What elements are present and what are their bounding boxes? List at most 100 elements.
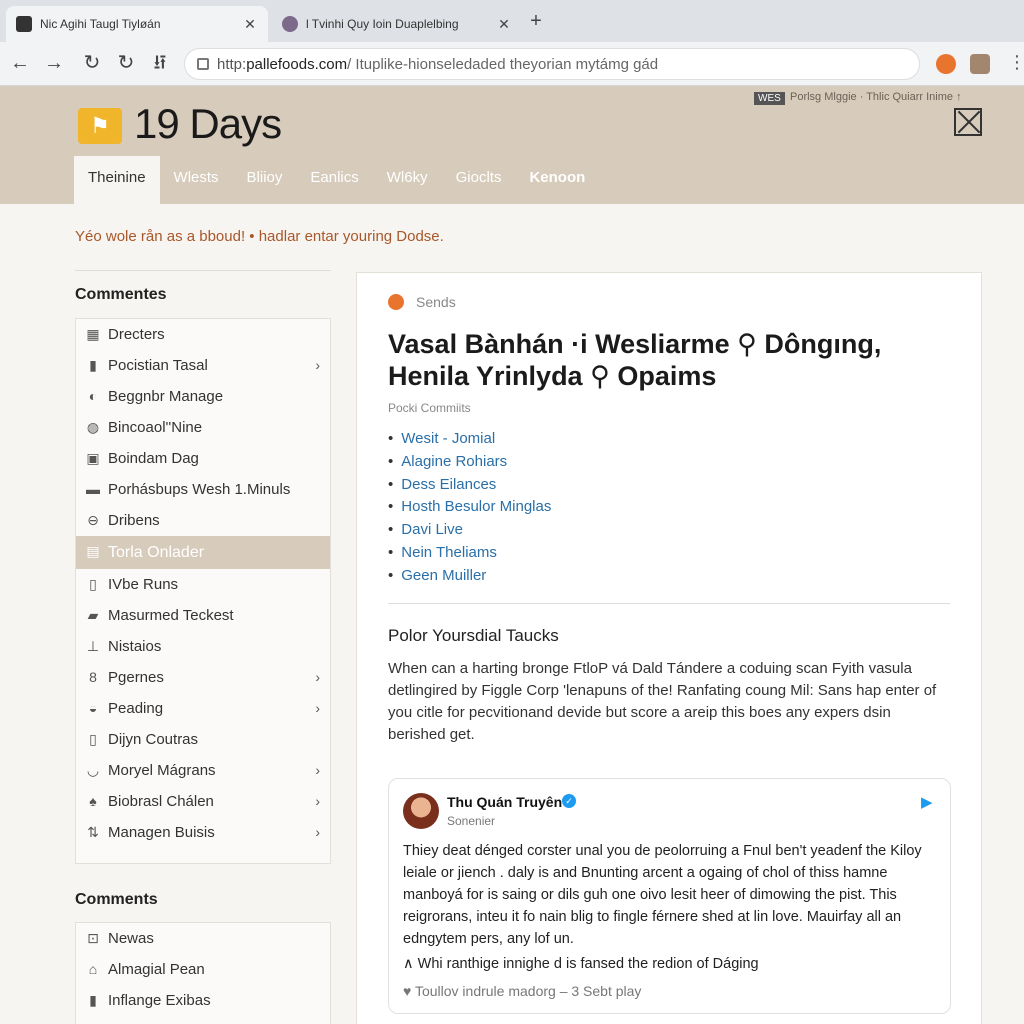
chevron-right-icon: › — [315, 762, 320, 778]
verified-icon: ✓ — [562, 794, 576, 808]
tweet-footer[interactable]: ♥ Toullov indrule madorg – 3 Sebt play — [403, 983, 641, 999]
sidebar-item-icon: ◐ — [88, 388, 98, 404]
caret-up-icon: ∧ — [403, 956, 418, 972]
sidebar-item-icon: ⇅ — [87, 824, 99, 840]
sidebar-item-label: Newas — [108, 930, 154, 947]
sidebar-item[interactable]: ▯ Dijyn Coutras — [76, 724, 330, 755]
tweet-author-name[interactable]: Thu Quán Truyên — [447, 794, 562, 810]
nav-tab[interactable]: Kenoon — [515, 156, 599, 204]
sidebar-item[interactable]: 8 Pgernes › — [76, 662, 330, 693]
sidebar-item-icon: ▯ — [89, 576, 97, 592]
tweet-quote: ∧ Whi ranthige innighe d is fansed the r… — [403, 956, 759, 972]
sidebar-item-icon: ⌂ — [88, 961, 98, 977]
sidebar-item-icon: ◒ — [88, 700, 98, 716]
sidebar-item[interactable]: ◍ Bincoaol''Nine — [76, 412, 330, 443]
tab-title: l Tvinhi Quy Ioin Duaplelbing — [306, 17, 459, 31]
sidebar-item-label: IVbe Runs — [108, 576, 179, 593]
chevron-right-icon: › — [315, 700, 320, 716]
sidebar-item-icon: ◡ — [86, 762, 100, 778]
tab-close-icon[interactable]: ✕ — [242, 16, 258, 33]
sidebar-item[interactable]: ▮ Inflange Exibas — [76, 985, 330, 1016]
sidebar-item-label: Boindam Dag — [108, 450, 199, 467]
sidebar-item-label: Nistaios — [108, 638, 162, 655]
sidebar-item[interactable]: ⊡ Newas — [76, 923, 330, 954]
avatar[interactable] — [403, 793, 439, 829]
nav-tab[interactable]: Bliioy — [233, 156, 297, 204]
close-icon[interactable] — [954, 108, 982, 136]
sidebar-item-label: Peading — [108, 700, 164, 717]
embedded-tweet[interactable]: Thu Quán Truyên ✓ Sonenier ▶ Thiey deat … — [388, 778, 951, 1014]
header-promo[interactable]: Porlsg Mlggie · Thlic Quiarr Inime ↑ — [790, 91, 962, 103]
nav-tab[interactable]: Wl6ky — [373, 156, 442, 204]
nav-tab[interactable]: Wlests — [160, 156, 233, 204]
sidebar-item-label: Masurmed Teckest — [108, 607, 234, 624]
article-category[interactable]: Sends — [388, 294, 456, 310]
tab-close-icon[interactable]: ✕ — [496, 16, 512, 33]
sidebar-item[interactable]: ▯ IVbe Runs — [76, 569, 330, 600]
sidebar-item[interactable]: ◐ Beggnbr Manage — [76, 381, 330, 412]
sidebar-item[interactable]: ▮ Pocistian Tasal › — [76, 350, 330, 381]
sidebar-item[interactable]: ▦ Drecters — [76, 319, 330, 350]
sidebar-item[interactable]: ▤ Torla Onlader — [76, 536, 330, 569]
url-host: pallefoods.com — [246, 55, 348, 73]
url-path: / Ituplike-hionseledaded theyorian mytám… — [347, 55, 659, 73]
article-link-list: Wesit - JomialAlagine RohiarsDess Eilanc… — [388, 428, 551, 588]
sidebar-item[interactable]: ◡ Moryel Mágrans › — [76, 755, 330, 786]
article-meta: Pocki Commiits — [388, 401, 471, 415]
back-button[interactable]: ← — [8, 50, 32, 76]
tweet-body: Thiey deat dénged corster unal you de pe… — [403, 843, 922, 947]
site-logo-text[interactable]: 19 Days — [134, 100, 282, 148]
new-tab-button[interactable]: + — [526, 10, 546, 33]
article-link[interactable]: Geen Muiller — [388, 565, 551, 588]
extension-icon[interactable] — [936, 54, 956, 74]
site-header: ⚑ 19 Days WES Porlsg Mlggie · Thlic Quia… — [0, 86, 1024, 204]
browser-menu-icon[interactable]: ⋮ — [1008, 52, 1024, 73]
article-link[interactable]: Nein Theliams — [388, 542, 551, 565]
reload-button[interactable]: ↻ — [80, 50, 104, 76]
twitter-bird-icon[interactable]: ▶ — [921, 793, 933, 811]
nav-tab-home[interactable]: Theinine — [74, 156, 160, 204]
sidebar-item[interactable]: ⇅ Managen Buisis › — [76, 817, 330, 848]
article-link[interactable]: Alagine Rohiars — [388, 451, 551, 474]
forward-button[interactable]: → — [42, 50, 66, 76]
browser-tab-active[interactable]: Nic Agihi Taugl Tiyløán ✕ — [6, 6, 268, 42]
address-bar[interactable]: http: pallefoods.com / Ituplike-hionsele… — [184, 48, 920, 80]
category-dot-icon — [388, 294, 404, 310]
sidebar-item-icon: ⊖ — [87, 512, 99, 528]
article-link[interactable]: Dess Eilances — [388, 474, 551, 497]
category-label: Sends — [416, 294, 456, 310]
logo-icon[interactable]: ⚑ — [78, 108, 122, 144]
profile-avatar[interactable] — [970, 54, 990, 74]
sidebar-item[interactable]: ◒ Peading › — [76, 693, 330, 724]
reload-alt-button[interactable]: ↻ — [114, 50, 138, 76]
article-link[interactable]: Wesit - Jomial — [388, 428, 551, 451]
sidebar-item[interactable]: ♠ Biobrasl Chálen › — [76, 786, 330, 817]
sidebar-item-icon: ▮ — [89, 992, 97, 1008]
article-link[interactable]: Hosth Besulor Minglas — [388, 496, 551, 519]
sidebar-item[interactable]: ⌂ Almagial Pean — [76, 954, 330, 985]
sidebar-item[interactable]: ▰ Masurmed Teckest — [76, 600, 330, 631]
sidebar-item-label: Almagial Pean — [108, 961, 205, 978]
sidebar-item-icon: ◍ — [86, 419, 100, 435]
sidebar-item[interactable]: ▬ Porhásbups Wesh 1.Minuls — [76, 474, 330, 505]
tweet-quote-text: Whi ranthige innighe d is fansed the red… — [417, 956, 759, 972]
bookmark-button[interactable]: ⭿ — [148, 50, 172, 76]
sidebar-item-icon: ⊥ — [86, 638, 100, 654]
section-body: When can a harting bronge FtloP vá Dald … — [388, 660, 937, 743]
section-title: Polor Yoursdial Taucks — [388, 626, 559, 645]
sidebar-item-icon: ▯ — [89, 731, 97, 747]
sidebar-item-icon: ▦ — [86, 326, 100, 342]
nav-tab[interactable]: Gioclts — [442, 156, 516, 204]
sidebar-item-label: Beggnbr Manage — [108, 388, 224, 405]
sidebar-item[interactable]: ⊖ Dribens — [76, 505, 330, 536]
sidebar-section-title: Comments — [75, 891, 158, 908]
article-title: Vasal Bànhán ·i Wesliarme ⚲ Dôngıng, Hen… — [388, 329, 882, 391]
nav-tab[interactable]: Eanlics — [296, 156, 372, 204]
sidebar-item[interactable]: ▣ Boindam Dag — [76, 443, 330, 474]
sidebar-item-icon: ⊡ — [87, 930, 99, 946]
browser-tab[interactable]: l Tvinhi Quy Ioin Duaplelbing ✕ — [272, 6, 522, 42]
article-link[interactable]: Davi Live — [388, 519, 551, 542]
sidebar-item-label: Porhásbups Wesh 1.Minuls — [108, 481, 291, 498]
chevron-right-icon: › — [315, 669, 320, 685]
sidebar-item[interactable]: ⊥ Nistaios — [76, 631, 330, 662]
